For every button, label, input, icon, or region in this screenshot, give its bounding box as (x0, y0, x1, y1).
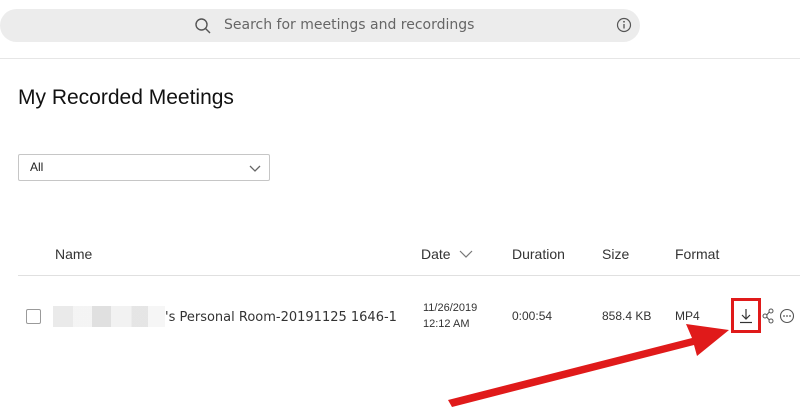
filter-dropdown[interactable]: All (18, 154, 270, 181)
column-header-name[interactable]: Name (55, 246, 92, 262)
recording-duration: 0:00:54 (512, 309, 553, 323)
info-icon[interactable] (616, 17, 632, 33)
recording-date-time: 12:12 AM (423, 318, 470, 330)
share-icon[interactable] (762, 308, 774, 324)
column-header-date-label: Date (421, 246, 451, 262)
download-button[interactable] (731, 298, 761, 333)
blurred-name-prefix (53, 306, 165, 327)
search-input[interactable] (224, 14, 604, 36)
filter-selected-value: All (30, 160, 44, 174)
recording-format: MP4 (675, 309, 700, 323)
recording-date: 11/26/2019 12:12 AM (423, 300, 477, 332)
row-checkbox[interactable] (26, 309, 41, 324)
sort-arrow-icon (459, 250, 473, 258)
top-bar (0, 0, 800, 59)
chevron-down-icon (249, 165, 261, 172)
column-header-size[interactable]: Size (602, 246, 629, 262)
recording-size: 858.4 KB (602, 309, 652, 323)
more-icon[interactable] (779, 308, 795, 324)
search-icon (195, 18, 211, 34)
download-icon (740, 309, 752, 324)
column-header-date[interactable]: Date (421, 246, 473, 262)
column-header-duration[interactable]: Duration (512, 246, 565, 262)
column-header-format[interactable]: Format (675, 246, 719, 262)
recording-date-day: 11/26/2019 (423, 302, 478, 314)
page-title: My Recorded Meetings (18, 86, 234, 109)
header-divider (18, 275, 800, 276)
search-bar[interactable] (0, 9, 640, 42)
annotation-arrow (448, 324, 729, 407)
recording-name[interactable]: 's Personal Room-20191125 1646-1 (165, 310, 397, 325)
